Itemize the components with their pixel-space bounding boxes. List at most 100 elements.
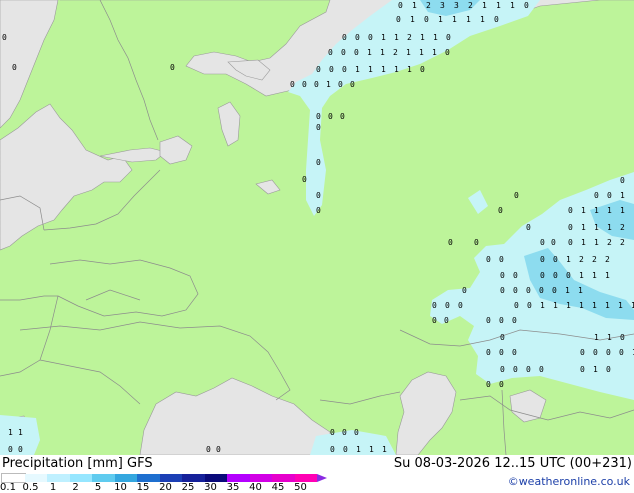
- precip-value: 1: [326, 80, 331, 89]
- precip-value: 1: [482, 1, 487, 10]
- precip-value: 0: [512, 348, 517, 357]
- precip-value: 1: [607, 223, 612, 232]
- precip-value: 0: [338, 80, 343, 89]
- scale-tick-15: 15: [136, 482, 150, 493]
- precip-value: 0: [420, 65, 425, 74]
- precip-value: 0: [368, 33, 373, 42]
- precip-value: 0: [458, 301, 463, 310]
- legend-panel: Precipitation [mm] GFS Su 08-03-2026 12.…: [0, 455, 634, 493]
- precip-value: 1: [553, 301, 558, 310]
- precip-value: 0: [432, 316, 437, 325]
- precip-value: 0: [540, 255, 545, 264]
- scale-tick-40: 40: [249, 482, 262, 493]
- scale-swatch-15: [137, 474, 160, 482]
- precip-value: 0: [620, 176, 625, 185]
- precip-value: 1: [607, 206, 612, 215]
- scale-swatch-20: [159, 474, 182, 482]
- precip-value: 2: [468, 1, 473, 10]
- precip-value: 0: [500, 271, 505, 280]
- precip-value: 0: [486, 316, 491, 325]
- precip-value: 0: [342, 65, 347, 74]
- precip-value: 0: [474, 238, 479, 247]
- legend-title: Precipitation [mm] GFS: [2, 456, 153, 471]
- precip-value: 0: [606, 348, 611, 357]
- precip-value: 0: [568, 206, 573, 215]
- precip-value: 0: [290, 80, 295, 89]
- precip-value: 0: [566, 271, 571, 280]
- precip-value: 0: [486, 255, 491, 264]
- border-ukraine-south: [85, 289, 141, 301]
- precip-value: 0: [343, 445, 348, 454]
- precip-value: 0: [499, 348, 504, 357]
- credit-link[interactable]: ©weatheronline.co.uk: [508, 475, 630, 488]
- scale-swatch-0_1: [1, 473, 26, 483]
- precip-value: 1: [594, 238, 599, 247]
- precip-value: 1: [593, 365, 598, 374]
- precip-value: 0: [302, 175, 307, 184]
- precip-value: 0: [498, 206, 503, 215]
- scale-tick-35: 35: [226, 482, 240, 493]
- precip-value: 0: [432, 301, 437, 310]
- precip-value: 0: [568, 223, 573, 232]
- scale-tick-2: 2: [72, 482, 79, 493]
- precip-value: 1: [496, 1, 501, 10]
- precip-value: 0: [552, 286, 557, 295]
- precip-value: 0: [499, 380, 504, 389]
- precip-value: 1: [581, 238, 586, 247]
- precip-value: 1: [412, 1, 417, 10]
- precip-value: 0: [445, 48, 450, 57]
- precip-value: 0: [606, 365, 611, 374]
- precip-value: 0: [330, 445, 335, 454]
- precip-value: 0: [514, 191, 519, 200]
- precip-value: 0: [594, 191, 599, 200]
- precip-value: 0: [396, 15, 401, 24]
- precip-value: 0: [513, 365, 518, 374]
- color-scale-arrow: [317, 474, 327, 482]
- precip-value: 0: [316, 123, 321, 132]
- precip-value: 0: [330, 428, 335, 437]
- precip-value: 1: [579, 271, 584, 280]
- color-scale-bar: [1, 473, 317, 483]
- precip-value: 0: [539, 286, 544, 295]
- scale-swatch-45: [272, 474, 295, 482]
- legend-datetime: Su 08-03-2026 12..15 UTC (00+231): [393, 456, 632, 471]
- precip-value: 1: [394, 33, 399, 42]
- scale-swatch-2: [69, 474, 92, 482]
- precip-value: 0: [580, 348, 585, 357]
- scale-swatch-1: [47, 474, 70, 482]
- precip-value: 0: [540, 271, 545, 280]
- precip-value: 0: [512, 316, 517, 325]
- precip-value: 0: [216, 445, 221, 454]
- precip-value: 0: [593, 348, 598, 357]
- border-poland: [0, 295, 59, 377]
- precip-value: 1: [607, 333, 612, 342]
- precip-value: 1: [578, 286, 583, 295]
- precip-value: 0: [170, 63, 175, 72]
- scale-tick-25: 25: [181, 482, 195, 493]
- precip-value: 0: [316, 112, 321, 121]
- precip-value: 0: [2, 33, 7, 42]
- precip-value: 1: [433, 33, 438, 42]
- scale-swatch-30: [204, 474, 227, 482]
- precip-value: 0: [486, 348, 491, 357]
- border-turkmen: [501, 389, 507, 455]
- precip-value: 0: [424, 15, 429, 24]
- precip-value: 1: [406, 48, 411, 57]
- precip-value: 2: [607, 238, 612, 247]
- black-sea: [139, 377, 331, 455]
- scale-tick-20: 20: [159, 482, 172, 493]
- precip-value: 0: [499, 316, 504, 325]
- precip-value: 0: [329, 65, 334, 74]
- precip-value: 1: [367, 48, 372, 57]
- precip-value: 0: [486, 380, 491, 389]
- precip-value: 0: [553, 271, 558, 280]
- precip-value: 1: [355, 65, 360, 74]
- scale-swatch-10: [114, 474, 137, 482]
- scale-swatch-0_5: [24, 474, 47, 482]
- precip-value: 0: [500, 333, 505, 342]
- scale-swatch-5: [92, 474, 115, 482]
- precip-value: 1: [594, 206, 599, 215]
- lake-small: [255, 179, 281, 195]
- precip-value: 0: [8, 445, 13, 454]
- precip-value: 1: [419, 48, 424, 57]
